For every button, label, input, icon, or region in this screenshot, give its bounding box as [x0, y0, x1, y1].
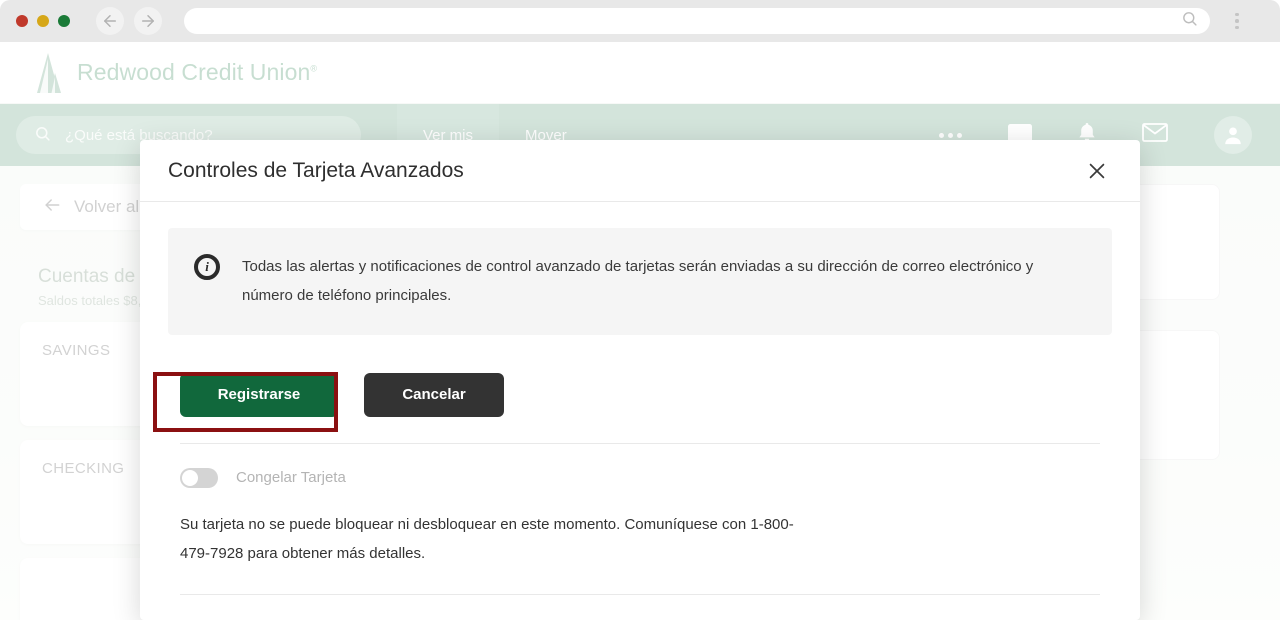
- maximize-window-button[interactable]: [58, 15, 70, 27]
- close-window-button[interactable]: [16, 15, 28, 27]
- info-circle-icon: i: [194, 254, 220, 280]
- search-icon[interactable]: [1181, 10, 1198, 32]
- freeze-card-label: Congelar Tarjeta: [236, 469, 346, 486]
- dialog-body: i Todas las alertas y notificaciones de …: [140, 202, 1140, 595]
- dialog-header: Controles de Tarjeta Avanzados: [140, 140, 1140, 202]
- freeze-card-row: Congelar Tarjeta: [180, 468, 1112, 488]
- back-arrow-icon[interactable]: [96, 7, 124, 35]
- browser-chrome: [0, 0, 1280, 42]
- section-divider-top: [180, 443, 1100, 444]
- dialog-title: Controles de Tarjeta Avanzados: [168, 159, 464, 183]
- minimize-window-button[interactable]: [37, 15, 49, 27]
- dialog-actions: Registrarse Cancelar: [168, 373, 1112, 417]
- info-banner: i Todas las alertas y notificaciones de …: [168, 228, 1112, 335]
- forward-arrow-icon[interactable]: [134, 7, 162, 35]
- browser-nav-buttons: [96, 7, 162, 35]
- advanced-card-controls-dialog: Controles de Tarjeta Avanzados i Todas l…: [140, 140, 1140, 620]
- address-bar[interactable]: [184, 8, 1210, 34]
- freeze-card-toggle[interactable]: [180, 468, 218, 488]
- info-banner-text: Todas las alertas y notificaciones de co…: [242, 252, 1086, 311]
- register-button[interactable]: Registrarse: [180, 373, 338, 417]
- kebab-menu-icon[interactable]: [1226, 7, 1248, 35]
- section-divider-bottom: [180, 594, 1100, 595]
- freeze-card-note: Su tarjeta no se puede bloquear ni desbl…: [180, 510, 800, 569]
- close-icon[interactable]: [1080, 154, 1114, 188]
- cancel-button[interactable]: Cancelar: [364, 373, 504, 417]
- window-traffic-lights: [16, 15, 70, 27]
